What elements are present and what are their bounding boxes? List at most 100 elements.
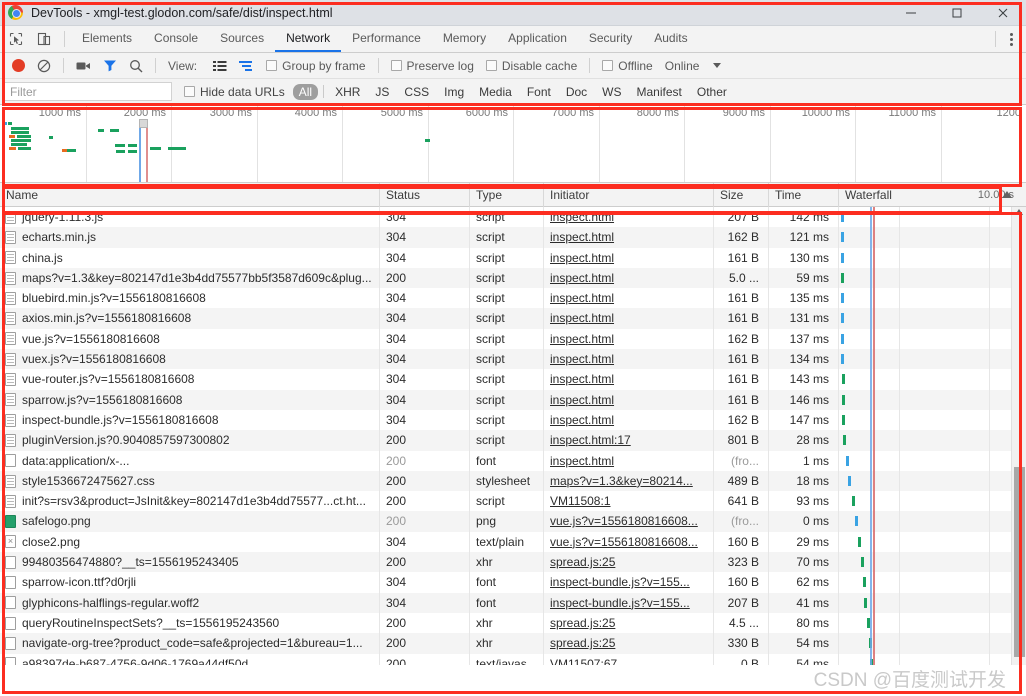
column-header-name[interactable]: Name bbox=[0, 183, 380, 207]
type-filter-all[interactable]: All bbox=[292, 83, 319, 100]
tab-security[interactable]: Security bbox=[578, 26, 643, 52]
preserve-log-checkbox[interactable]: Preserve log bbox=[385, 53, 480, 79]
initiator-link[interactable]: inspect-bundle.js?v=155... bbox=[550, 575, 690, 589]
column-header-waterfall[interactable]: Waterfall 10.00 s bbox=[839, 183, 1026, 207]
network-overview-timeline[interactable]: 1000 ms 2000 ms 3000 ms 4000 ms 5000 ms 6000 … bbox=[0, 105, 1026, 183]
request-name: queryRoutineInspectSets?__ts=15561952435… bbox=[22, 615, 280, 630]
type-filter-other[interactable]: Other bbox=[691, 84, 733, 100]
search-icon[interactable] bbox=[123, 53, 149, 79]
cell-time: 28 ms bbox=[769, 430, 839, 451]
type-filter-css[interactable]: CSS bbox=[398, 84, 435, 100]
divider bbox=[63, 58, 64, 73]
hide-data-urls-checkbox[interactable]: Hide data URLs bbox=[184, 85, 285, 99]
tab-audits[interactable]: Audits bbox=[643, 26, 698, 52]
minimize-icon[interactable] bbox=[888, 0, 934, 26]
cell-status: 304 bbox=[380, 389, 470, 410]
initiator-link[interactable]: inspect.html bbox=[550, 454, 614, 468]
cell-name: queryRoutineInspectSets?__ts=15561952435… bbox=[0, 612, 380, 634]
clear-icon[interactable] bbox=[31, 53, 57, 79]
tab-sources[interactable]: Sources bbox=[209, 26, 275, 52]
initiator-link[interactable]: inspect.html bbox=[550, 230, 614, 244]
disable-cache-checkbox[interactable]: Disable cache bbox=[480, 53, 583, 79]
column-header-type[interactable]: Type bbox=[470, 183, 544, 207]
initiator-link[interactable]: inspect.html bbox=[550, 210, 614, 224]
type-filter-manifest[interactable]: Manifest bbox=[631, 84, 688, 100]
initiator-link[interactable]: inspect.html bbox=[550, 271, 614, 285]
scrollbar-thumb[interactable] bbox=[1014, 467, 1025, 657]
initiator-link[interactable]: spread.js:25 bbox=[550, 636, 615, 650]
checkbox-box bbox=[390, 60, 402, 71]
tab-application[interactable]: Application bbox=[497, 26, 578, 52]
cell-size: 207 B bbox=[714, 207, 769, 228]
cell-name: navigate-org-tree?product_code=safe&proj… bbox=[0, 633, 380, 654]
column-header-status[interactable]: Status bbox=[380, 183, 470, 207]
initiator-link[interactable]: spread.js:25 bbox=[550, 616, 615, 630]
initiator-link[interactable]: VM11508:1 bbox=[550, 494, 611, 508]
waterfall-view-icon[interactable] bbox=[233, 53, 260, 79]
plain-file-icon bbox=[5, 616, 16, 630]
initiator-link[interactable]: VM11507:67 bbox=[550, 657, 617, 665]
cell-waterfall bbox=[839, 654, 1026, 665]
initiator-link[interactable]: maps?v=1.3&key=80214... bbox=[550, 474, 693, 488]
column-header-initiator[interactable]: Initiator bbox=[544, 183, 714, 207]
vertical-scrollbar[interactable] bbox=[1011, 207, 1026, 665]
type-filter-img[interactable]: Img bbox=[438, 84, 470, 100]
kebab-menu-icon[interactable] bbox=[1002, 29, 1020, 49]
tab-network[interactable]: Network bbox=[275, 26, 342, 52]
initiator-link[interactable]: inspect.html bbox=[550, 413, 614, 427]
initiator-link[interactable]: inspect-bundle.js?v=155... bbox=[550, 596, 690, 610]
dom-content-loaded-marker bbox=[870, 207, 872, 665]
tab-console[interactable]: Console bbox=[143, 26, 209, 52]
sort-ascending-icon[interactable] bbox=[1002, 191, 1012, 198]
record-button-icon[interactable] bbox=[6, 53, 31, 79]
overview-selection-handle[interactable] bbox=[139, 119, 148, 128]
cell-type: script bbox=[470, 207, 544, 228]
request-name: sparrow-icon.ttf?d0rjli bbox=[22, 575, 137, 590]
close-icon[interactable] bbox=[980, 0, 1026, 26]
search-input[interactable] bbox=[4, 82, 172, 101]
initiator-link[interactable]: inspect.html:17 bbox=[550, 433, 631, 447]
cell-status: 200 bbox=[380, 470, 470, 492]
tab-performance[interactable]: Performance bbox=[341, 26, 432, 52]
type-filter-xhr[interactable]: XHR bbox=[329, 84, 366, 100]
initiator-link[interactable]: inspect.html bbox=[550, 311, 614, 325]
initiator-link[interactable]: inspect.html bbox=[550, 251, 614, 265]
group-by-frame-checkbox[interactable]: Group by frame bbox=[260, 53, 371, 79]
initiator-link[interactable]: inspect.html bbox=[550, 393, 614, 407]
list-view-icon[interactable] bbox=[207, 53, 233, 79]
tab-memory[interactable]: Memory bbox=[432, 26, 497, 52]
scroll-up-arrow-icon[interactable] bbox=[1015, 209, 1023, 215]
type-filter-ws[interactable]: WS bbox=[596, 84, 627, 100]
overview-tick-label: 9000 ms bbox=[722, 107, 765, 119]
initiator-link[interactable]: inspect.html bbox=[550, 332, 614, 346]
funnel-icon[interactable] bbox=[97, 53, 123, 79]
initiator-link[interactable]: inspect.html bbox=[550, 372, 614, 386]
waterfall-gridline bbox=[989, 207, 990, 665]
watermark-text: CSDN @百度测试开发 bbox=[813, 670, 1006, 691]
camera-icon[interactable] bbox=[70, 53, 97, 79]
cell-time: 54 ms bbox=[769, 653, 839, 665]
inspect-element-icon[interactable] bbox=[6, 29, 26, 49]
plain-file-icon bbox=[5, 575, 16, 589]
initiator-link[interactable]: spread.js:25 bbox=[550, 555, 615, 569]
overview-request-bar bbox=[116, 150, 125, 153]
overview-tick-line bbox=[342, 105, 343, 182]
type-filter-font[interactable]: Font bbox=[521, 84, 557, 100]
initiator-link[interactable]: vue.js?v=1556180816608... bbox=[550, 514, 698, 528]
offline-checkbox[interactable]: Offline bbox=[596, 53, 658, 79]
overview-tick-label: 2000 ms bbox=[123, 107, 166, 119]
type-filter-media[interactable]: Media bbox=[473, 84, 518, 100]
column-header-size[interactable]: Size bbox=[714, 183, 769, 207]
device-toolbar-icon[interactable] bbox=[34, 29, 54, 49]
type-filter-doc[interactable]: Doc bbox=[560, 84, 593, 100]
initiator-link[interactable]: vue.js?v=1556180816608... bbox=[550, 535, 698, 549]
throttling-select[interactable]: Online bbox=[659, 53, 728, 79]
maximize-icon[interactable] bbox=[934, 0, 980, 26]
initiator-link[interactable]: inspect.html bbox=[550, 291, 614, 305]
initiator-link[interactable]: inspect.html bbox=[550, 352, 614, 366]
type-filter-js[interactable]: JS bbox=[369, 84, 395, 100]
column-header-time[interactable]: Time bbox=[769, 183, 839, 207]
table-header-row: Name Status Type Initiator Size Time Waterfall… bbox=[0, 183, 1026, 207]
request-name: vue.js?v=1556180816608 bbox=[22, 331, 160, 346]
tab-elements[interactable]: Elements bbox=[71, 26, 143, 52]
